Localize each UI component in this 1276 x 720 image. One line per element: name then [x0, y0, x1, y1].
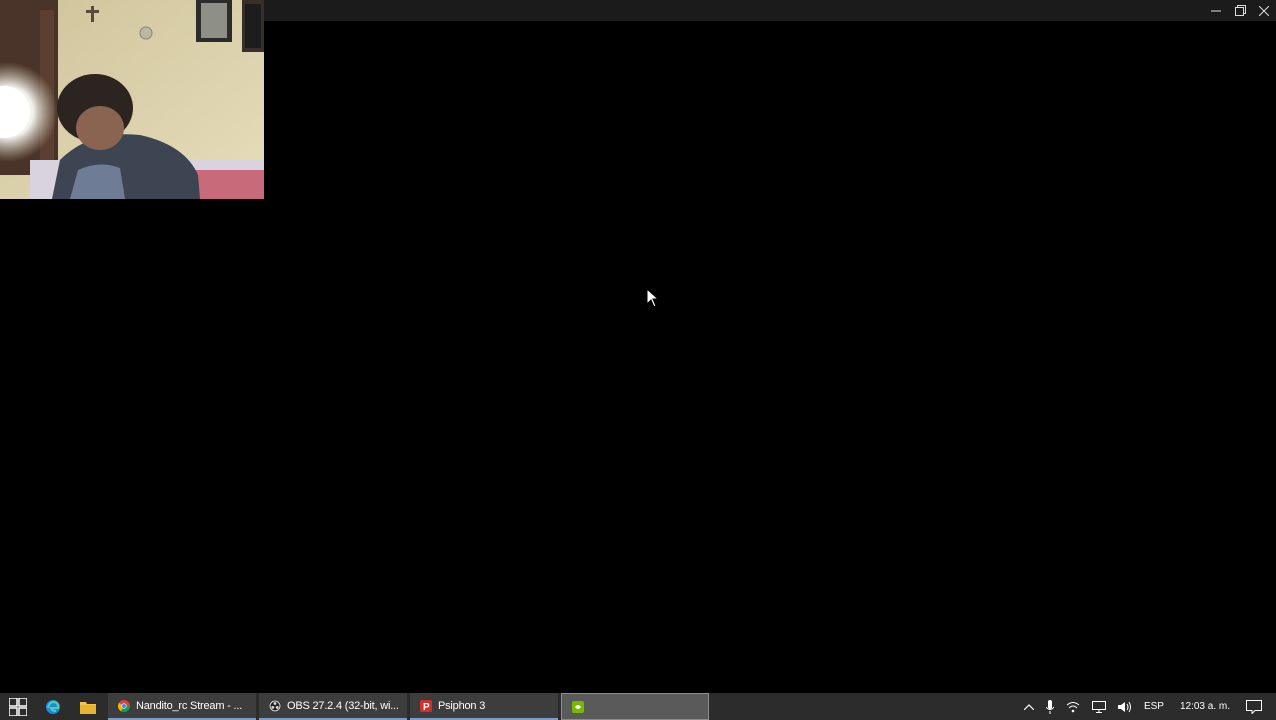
obs-icon	[269, 699, 281, 712]
taskbar-item-psiphon[interactable]: P Psiphon 3	[410, 693, 558, 720]
network-icon	[1066, 701, 1080, 712]
speaker-icon	[1117, 701, 1131, 712]
window-controls	[1204, 0, 1276, 21]
nvidia-icon	[572, 700, 584, 713]
start-button[interactable]	[0, 693, 35, 720]
volume-button[interactable]	[1112, 693, 1138, 720]
system-clock[interactable]: 12:03 a. m.	[1170, 693, 1240, 720]
edge-button[interactable]	[35, 693, 70, 720]
webcam-overlay	[0, 0, 264, 199]
file-explorer-button[interactable]	[70, 693, 105, 720]
taskbar-item-obs[interactable]: OBS 27.2.4 (32-bit, wi...	[259, 693, 407, 720]
chrome-icon	[118, 699, 130, 712]
taskbar-item-label: OBS 27.2.4 (32-bit, wi...	[287, 699, 399, 712]
taskbar-item-nvidia[interactable]	[561, 693, 709, 720]
show-hidden-icons-button[interactable]	[1018, 693, 1040, 720]
microphone-icon	[1045, 699, 1054, 714]
desktop-screen: Nandito_rc Stream - ... OBS 27.2.4 (32-b…	[0, 0, 1276, 720]
mouse-cursor	[646, 287, 660, 308]
restore-icon	[1234, 5, 1246, 16]
edge-icon	[45, 699, 60, 714]
close-icon	[1259, 5, 1269, 16]
minimize-button[interactable]	[1204, 0, 1228, 21]
network-button[interactable]	[1060, 693, 1086, 720]
action-center-button[interactable]	[1240, 693, 1268, 720]
taskbar: Nandito_rc Stream - ... OBS 27.2.4 (32-b…	[0, 693, 1276, 720]
taskbar-item-label: Psiphon 3	[438, 699, 486, 712]
input-language-indicator[interactable]: ESP	[1138, 693, 1170, 720]
microphone-button[interactable]	[1040, 693, 1060, 720]
taskbar-item-label: Nandito_rc Stream - ...	[136, 699, 243, 712]
chevron-up-icon	[1023, 703, 1034, 710]
folder-icon	[79, 701, 96, 714]
minimize-icon	[1211, 10, 1221, 11]
notification-icon	[1246, 699, 1262, 714]
cursor-arrow-icon	[646, 287, 660, 308]
display-button[interactable]	[1086, 693, 1112, 720]
psiphon-icon: P	[420, 699, 432, 712]
taskbar-item-chrome[interactable]: Nandito_rc Stream - ...	[108, 693, 256, 720]
system-tray: ESP 12:03 a. m.	[1018, 693, 1276, 720]
windows-start-icon	[8, 697, 27, 716]
display-icon	[1091, 700, 1106, 713]
close-button[interactable]	[1252, 0, 1276, 21]
webcam-feed-image	[0, 0, 264, 199]
restore-button[interactable]	[1228, 0, 1252, 21]
svg-text:P: P	[423, 702, 430, 712]
